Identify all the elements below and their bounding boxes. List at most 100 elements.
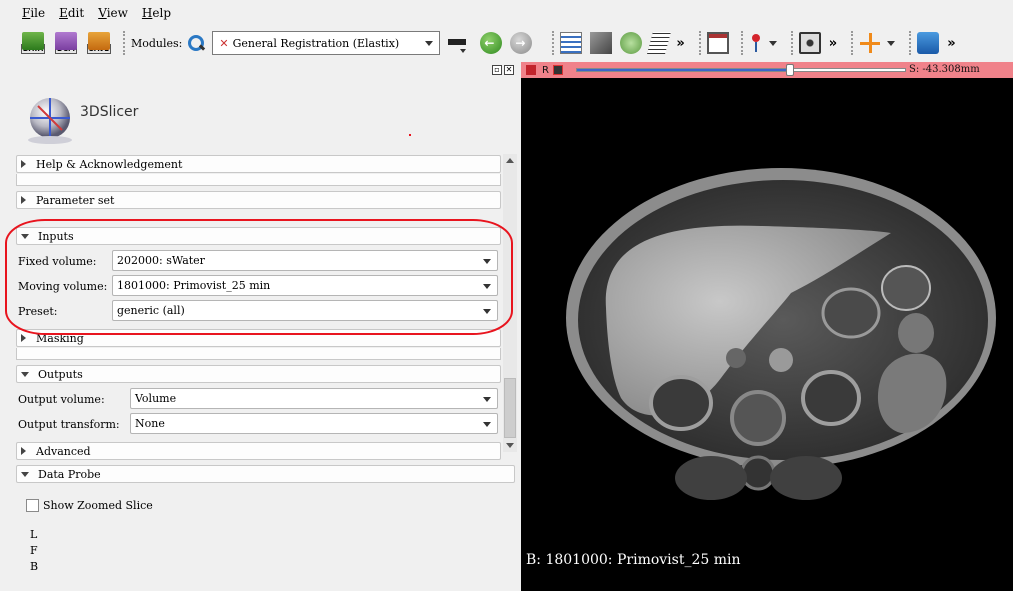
scroll-down-icon[interactable] <box>506 443 514 448</box>
preset-label: Preset: <box>18 305 58 318</box>
probe-coord-f: F <box>30 544 38 557</box>
expand-arrow-icon <box>21 334 26 342</box>
scroll-up-icon[interactable] <box>506 158 514 163</box>
module-history-icon[interactable] <box>448 32 467 54</box>
toolbar-grip-6[interactable] <box>851 31 855 55</box>
scrollbar-thumb[interactable] <box>504 378 516 438</box>
parameter-set-title: Parameter set <box>36 193 115 207</box>
slice-offset-slider[interactable] <box>576 64 906 76</box>
fiducial-dropdown-icon[interactable] <box>768 40 777 46</box>
more-extensions-icon[interactable]: » <box>947 36 955 51</box>
output-volume-label: Output volume: <box>18 393 105 406</box>
menu-help[interactable]: Help <box>142 6 171 20</box>
back-arrow-icon[interactable]: ← <box>480 32 503 54</box>
module-selector[interactable]: ✕ General Registration (Elastix) <box>212 31 441 55</box>
collapse-arrow-icon <box>21 233 29 239</box>
preset-value: generic (all) <box>117 304 185 317</box>
module-panel-scrollbar[interactable] <box>503 154 517 452</box>
collapse-arrow-icon <box>21 471 29 477</box>
moving-volume-selector[interactable]: 1801000: Primovist_25 min <box>112 275 498 296</box>
help-section-title: Help & Acknowledgement <box>36 157 183 171</box>
probe-coord-l: L <box>30 528 38 541</box>
output-transform-label: Output transform: <box>18 418 120 431</box>
slice-orientation-label: R <box>542 64 549 76</box>
forward-arrow-icon[interactable]: → <box>510 32 533 54</box>
save-button[interactable]: SAVE <box>86 30 112 56</box>
inputs-section-header[interactable]: Inputs <box>16 227 501 245</box>
fiducial-placement-icon[interactable] <box>749 32 763 54</box>
slice-offset-value: S: -43.308mm <box>909 64 980 75</box>
main-toolbar: DATA DCM SAVE Modules: ✕ General Registr… <box>0 27 1013 59</box>
toolbar-grip-4[interactable] <box>740 31 745 55</box>
elastix-module-icon: ✕ <box>219 36 229 50</box>
menu-edit[interactable]: Edit <box>59 6 84 20</box>
load-data-button[interactable]: DATA <box>20 30 46 56</box>
toolbar-grip[interactable] <box>123 31 127 55</box>
annotation-dot <box>409 134 411 136</box>
layout-icon[interactable] <box>706 32 729 54</box>
app-logo-text: 3DSlicer <box>80 104 139 120</box>
show-zoomed-slice-checkbox[interactable] <box>26 499 39 512</box>
more-tools-icon[interactable]: » <box>829 36 837 51</box>
chevron-down-icon <box>425 41 434 46</box>
toolbar-grip-3[interactable] <box>698 31 703 55</box>
inputs-section-title: Inputs <box>38 229 74 243</box>
advanced-section-title: Advanced <box>36 444 91 458</box>
expand-arrow-icon <box>21 196 26 204</box>
chevron-down-icon <box>483 422 491 427</box>
section-divider <box>16 348 501 360</box>
menu-file[interactable]: File <box>22 6 45 20</box>
save-icon <box>88 32 110 50</box>
volumes-cube-icon[interactable] <box>590 32 613 54</box>
module-search-icon[interactable] <box>186 33 206 53</box>
toolbar-grip-5[interactable] <box>790 31 795 55</box>
show-zoomed-slice-label: Show Zoomed Slice <box>43 499 153 512</box>
slider-fill <box>577 69 791 71</box>
data-probe-section-header[interactable]: Data Probe <box>16 465 515 483</box>
mri-slice-image <box>566 168 996 500</box>
help-section-header[interactable]: Help & Acknowledgement <box>16 155 501 173</box>
transforms-grid-icon[interactable] <box>647 32 672 54</box>
toolbar-grip-2[interactable] <box>552 31 556 55</box>
output-transform-selector[interactable]: None <box>130 413 498 434</box>
crosshair-dropdown-icon[interactable] <box>887 40 896 46</box>
fixed-volume-selector[interactable]: 202000: sWater <box>112 250 498 271</box>
menu-view[interactable]: View <box>98 6 128 20</box>
module-selector-value: General Registration (Elastix) <box>232 36 400 50</box>
slice-viewer-red[interactable]: R S: -43.308mm B: 1801000: Primovist_25 … <box>521 62 1013 591</box>
outputs-section-header[interactable]: Outputs <box>16 365 501 383</box>
load-dicom-icon <box>55 32 77 50</box>
chevron-down-icon <box>483 284 491 289</box>
parameter-set-section-header[interactable]: Parameter set <box>16 191 501 209</box>
screenshot-icon[interactable] <box>798 32 821 54</box>
link-icon[interactable] <box>552 65 563 75</box>
masking-section-title: Masking <box>36 331 84 345</box>
output-transform-value: None <box>135 417 165 430</box>
section-divider <box>16 174 501 186</box>
expand-arrow-icon <box>21 160 26 168</box>
close-icon[interactable]: ✕ <box>504 65 514 75</box>
models-icon[interactable] <box>620 32 643 54</box>
data-probe-title: Data Probe <box>38 467 101 481</box>
probe-coord-b: B <box>30 560 39 573</box>
data-list-icon[interactable] <box>560 32 583 54</box>
menu-bar: File Edit View Help <box>0 0 1013 26</box>
preset-selector[interactable]: generic (all) <box>112 300 498 321</box>
collapse-arrow-icon <box>21 371 29 377</box>
pin-icon[interactable] <box>526 65 536 75</box>
modules-label: Modules: <box>131 36 183 50</box>
slider-thumb[interactable] <box>786 64 795 76</box>
float-panel-icon[interactable]: ▫ <box>492 65 502 75</box>
output-volume-selector[interactable]: Volume <box>130 388 498 409</box>
load-dicom-button[interactable]: DCM <box>53 30 79 56</box>
slice-controller-bar: R S: -43.308mm <box>521 62 1013 78</box>
moving-volume-value: 1801000: Primovist_25 min <box>117 279 271 292</box>
outputs-section-title: Outputs <box>38 367 83 381</box>
masking-section-header[interactable]: Masking <box>16 329 501 347</box>
toolbar-grip-7[interactable] <box>909 31 913 55</box>
panel-window-buttons: ▫ ✕ <box>492 65 514 75</box>
more-modules-icon[interactable]: » <box>676 36 684 51</box>
extension-manager-icon[interactable] <box>917 32 940 54</box>
advanced-section-header[interactable]: Advanced <box>16 442 501 460</box>
crosshair-icon[interactable] <box>859 32 881 54</box>
